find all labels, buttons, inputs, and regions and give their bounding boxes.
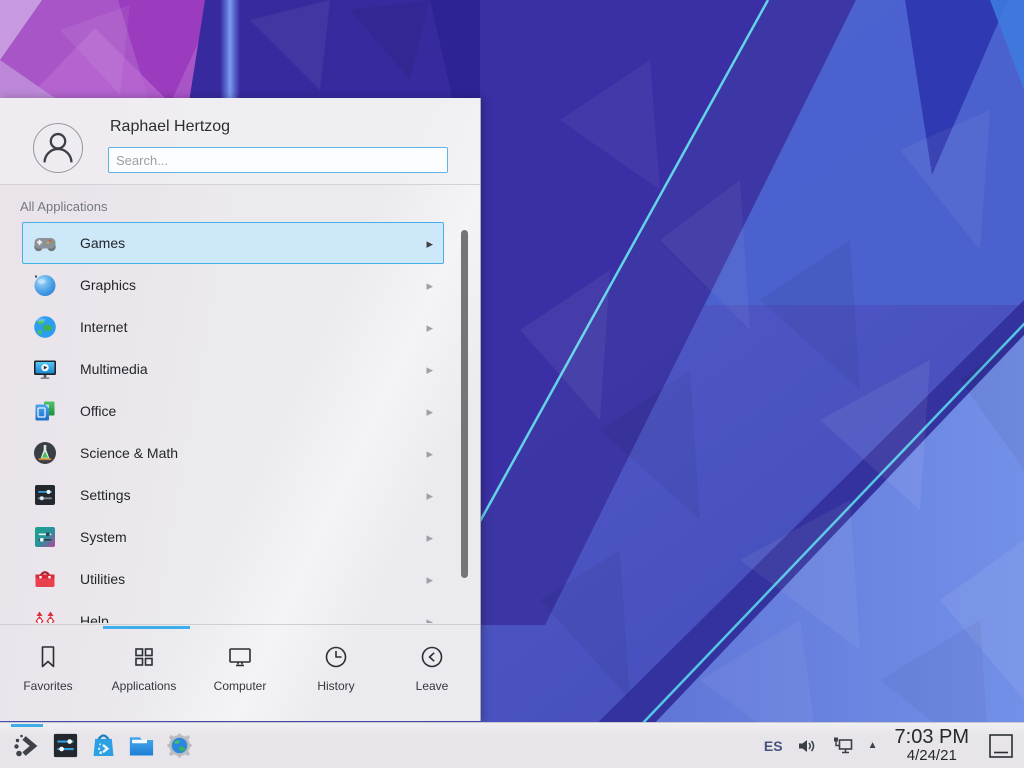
category-settings[interactable]: Settings ▸ — [22, 474, 444, 516]
category-label: Utilities — [80, 571, 125, 587]
launcher-tabbar: Favorites Applications Computer — [0, 624, 480, 721]
category-label: System — [80, 529, 127, 545]
submenu-arrow-icon: ▸ — [426, 405, 433, 418]
application-launcher-panel: Raphael Hertzog All Applications Games ▸ — [0, 98, 481, 721]
folder-icon — [126, 730, 157, 761]
kde-launcher-icon — [10, 729, 44, 763]
science-icon — [31, 439, 59, 467]
user-icon — [34, 124, 82, 172]
submenu-arrow-icon: ▸ — [426, 321, 433, 334]
system-tray: ES ▲ 7:03 PM 4/24/21 — [764, 727, 1016, 764]
submenu-arrow-icon: ▸ — [426, 531, 433, 544]
tab-label: Computer — [214, 679, 267, 693]
category-system[interactable]: System ▸ — [22, 516, 444, 558]
category-label: Settings — [80, 487, 131, 503]
submenu-arrow-icon: ▸ — [426, 447, 433, 460]
show-desktop-button[interactable] — [986, 731, 1016, 761]
category-label: Graphics — [80, 277, 136, 293]
active-tab-indicator — [103, 626, 190, 629]
volume-icon[interactable] — [796, 735, 818, 757]
web-browser-button[interactable] — [160, 723, 198, 768]
monitor-icon — [225, 642, 255, 672]
tab-label: History — [317, 679, 354, 693]
network-icon[interactable] — [831, 734, 855, 758]
grid-icon — [129, 642, 159, 672]
tray-expand-icon[interactable]: ▲ — [868, 740, 878, 751]
clock-date: 4/24/21 — [895, 748, 969, 764]
submenu-arrow-icon: ▸ — [426, 279, 433, 292]
category-office[interactable]: Office ▸ — [22, 390, 444, 432]
section-label: All Applications — [20, 199, 107, 214]
digital-clock[interactable]: 7:03 PM 4/24/21 — [895, 727, 969, 764]
file-manager-button[interactable] — [122, 723, 160, 768]
category-help[interactable]: Help ▸ — [22, 600, 444, 623]
category-science-math[interactable]: Science & Math ▸ — [22, 432, 444, 474]
graphics-icon — [31, 271, 59, 299]
system-settings-button[interactable] — [46, 723, 84, 768]
tab-favorites[interactable]: Favorites — [0, 625, 96, 721]
category-games[interactable]: Games ▸ — [22, 222, 444, 264]
tab-computer[interactable]: Computer — [192, 625, 288, 721]
clock-icon — [321, 642, 351, 672]
bookmark-icon — [33, 642, 63, 672]
submenu-arrow-icon: ▸ — [426, 363, 433, 376]
category-label: Help — [80, 613, 109, 623]
user-avatar[interactable] — [33, 123, 83, 173]
settings-icon — [31, 481, 59, 509]
submenu-arrow-icon: ▸ — [426, 615, 433, 624]
submenu-arrow-icon: ▸ — [426, 573, 433, 586]
tab-applications[interactable]: Applications — [96, 625, 192, 721]
active-task-indicator — [11, 724, 43, 727]
category-internet[interactable]: Internet ▸ — [22, 306, 444, 348]
category-label: Science & Math — [80, 445, 178, 461]
tab-label: Applications — [112, 679, 177, 693]
internet-icon — [31, 313, 59, 341]
category-label: Games — [80, 235, 125, 251]
user-name: Raphael Hertzog — [110, 118, 230, 136]
system-icon — [31, 523, 59, 551]
system-settings-icon — [50, 730, 81, 761]
list-scrollbar[interactable] — [461, 230, 468, 578]
application-category-list: Games ▸ Graphics ▸ — [0, 222, 480, 623]
category-label: Office — [80, 403, 116, 419]
discover-icon — [88, 730, 119, 761]
launcher-header: Raphael Hertzog — [0, 98, 480, 185]
submenu-arrow-icon: ▸ — [426, 489, 433, 502]
tab-label: Favorites — [23, 679, 72, 693]
browser-globe-icon — [164, 730, 195, 761]
help-icon — [31, 607, 59, 623]
search-input[interactable] — [108, 147, 448, 173]
tab-label: Leave — [416, 679, 449, 693]
application-launcher-button[interactable] — [8, 723, 46, 768]
discover-button[interactable] — [84, 723, 122, 768]
category-label: Multimedia — [80, 361, 148, 377]
tab-leave[interactable]: Leave — [384, 625, 480, 721]
office-icon — [31, 397, 59, 425]
submenu-arrow-icon: ▸ — [426, 237, 433, 250]
keyboard-layout-indicator[interactable]: ES — [764, 738, 783, 754]
utilities-icon — [31, 565, 59, 593]
leave-icon — [417, 642, 447, 672]
category-multimedia[interactable]: Multimedia ▸ — [22, 348, 444, 390]
category-graphics[interactable]: Graphics ▸ — [22, 264, 444, 306]
tab-history[interactable]: History — [288, 625, 384, 721]
multimedia-icon — [31, 355, 59, 383]
desktop: Raphael Hertzog All Applications Games ▸ — [0, 0, 1024, 768]
category-label: Internet — [80, 319, 127, 335]
category-utilities[interactable]: Utilities ▸ — [22, 558, 444, 600]
games-icon — [31, 229, 59, 257]
taskbar-panel: ES ▲ 7:03 PM 4/24/21 — [0, 722, 1024, 768]
clock-time: 7:03 PM — [895, 727, 969, 748]
